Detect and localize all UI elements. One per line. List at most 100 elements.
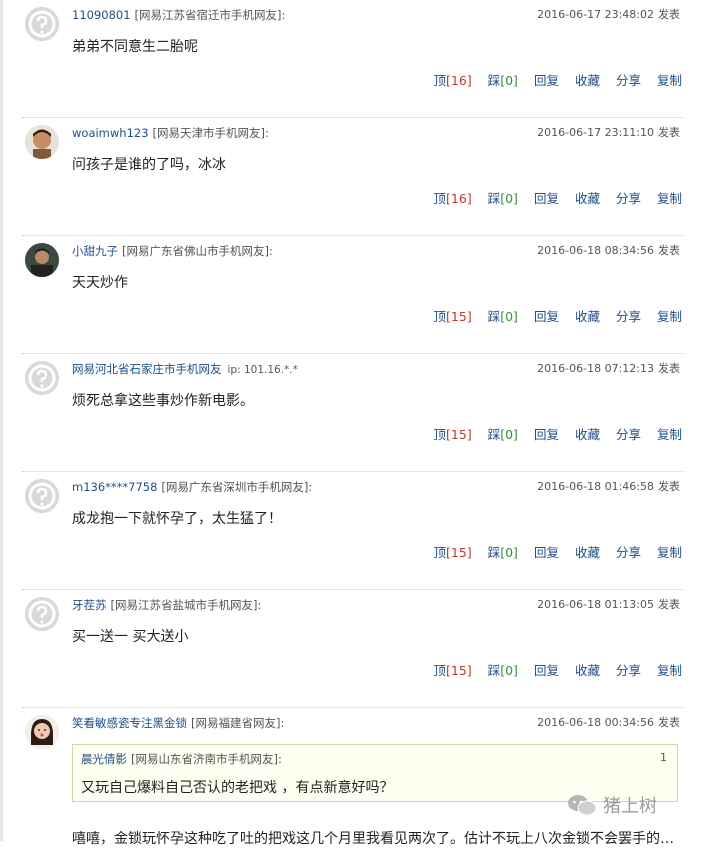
username-link[interactable]: woaimwh123: [72, 126, 149, 140]
downvote-label: 踩: [487, 545, 501, 560]
avatar[interactable]: [25, 243, 59, 277]
comment-meta: woaimwh123 [网易天津市手机网友]:: [72, 125, 269, 141]
username-link[interactable]: 小甜九子: [72, 244, 118, 258]
user-location: [网易江苏省盐城市手机网友]:: [110, 598, 262, 612]
favorite-button[interactable]: 收藏: [575, 73, 600, 88]
username-link[interactable]: 笑看敏感瓷专注黑金锁: [72, 716, 187, 730]
favorite-button[interactable]: 收藏: [575, 663, 600, 678]
avatar[interactable]: [25, 7, 59, 41]
share-button[interactable]: 分享: [616, 545, 641, 560]
wechat-icon: [568, 795, 597, 816]
downvote-count: [0]: [500, 73, 518, 88]
upvote-button[interactable]: 顶[15]: [434, 309, 472, 324]
downvote-count: [0]: [500, 309, 518, 324]
reply-button[interactable]: 回复: [534, 545, 559, 560]
downvote-button[interactable]: 踩[0]: [488, 427, 518, 442]
copy-button[interactable]: 复制: [657, 191, 682, 206]
reply-button[interactable]: 回复: [534, 191, 559, 206]
copy-button[interactable]: 复制: [657, 309, 682, 324]
copy-button[interactable]: 复制: [657, 73, 682, 88]
copy-button[interactable]: 复制: [657, 427, 682, 442]
downvote-button[interactable]: 踩[0]: [488, 191, 518, 206]
avatar[interactable]: [25, 125, 59, 159]
upvote-button[interactable]: 顶[15]: [434, 663, 472, 678]
avatar-image: [25, 243, 59, 277]
default-avatar-icon: [25, 597, 59, 631]
upvote-button[interactable]: 顶[15]: [434, 545, 472, 560]
user-ip: ip: 101.16.*.*: [227, 364, 298, 376]
comment-body: 弟弟不同意生二胎呢: [72, 39, 198, 55]
favorite-button[interactable]: 收藏: [575, 191, 600, 206]
downvote-button[interactable]: 踩[0]: [488, 545, 518, 560]
share-button[interactable]: 分享: [616, 191, 641, 206]
share-button[interactable]: 分享: [616, 73, 641, 88]
comment-item: 11090801 [网易江苏省宿迁市手机网友]: 2016-06-17 23:48:…: [22, 0, 684, 118]
copy-button[interactable]: 复制: [657, 663, 682, 678]
upvote-button[interactable]: 顶[16]: [434, 73, 472, 88]
comment-item: 网易河北省石家庄市手机网友 ip: 101.16.*.* 2016-06-18 07…: [22, 354, 684, 472]
downvote-button[interactable]: 踩[0]: [488, 309, 518, 324]
favorite-button[interactable]: 收藏: [575, 427, 600, 442]
username-link[interactable]: m136****7758: [72, 480, 157, 494]
username-link[interactable]: 11090801: [72, 8, 131, 22]
comment-actions: 顶[16] 踩[0] 回复 收藏 分享 复制: [418, 70, 682, 89]
default-avatar-icon: [25, 7, 59, 41]
upvote-label: 顶: [433, 663, 447, 678]
avatar[interactable]: [25, 361, 59, 395]
upvote-button[interactable]: 顶[16]: [434, 191, 472, 206]
quote-floor-number: 1: [660, 751, 667, 764]
avatar-image: [25, 125, 59, 159]
comment-meta: 小甜九子 [网易广东省佛山市手机网友]:: [72, 243, 273, 259]
avatar[interactable]: [25, 597, 59, 631]
default-avatar-icon: [25, 361, 59, 395]
comment-actions: 顶[15] 踩[0] 回复 收藏 分享 复制: [418, 542, 682, 561]
post-label: 发表: [658, 716, 680, 729]
downvote-button[interactable]: 踩[0]: [488, 73, 518, 88]
quote-username-link[interactable]: 晨光倩影: [81, 752, 127, 766]
left-border: [0, 0, 3, 841]
share-button[interactable]: 分享: [616, 427, 641, 442]
post-time: 2016-06-18 01:13:05 发表: [537, 596, 680, 612]
reply-button[interactable]: 回复: [534, 427, 559, 442]
comment-meta: m136****7758 [网易广东省深圳市手机网友]:: [72, 479, 312, 495]
comment-meta: 笑看敏感瓷专注黑金锁 [网易福建省网友]:: [72, 715, 284, 731]
favorite-button[interactable]: 收藏: [575, 309, 600, 324]
upvote-label: 顶: [433, 545, 447, 560]
upvote-button[interactable]: 顶[15]: [434, 427, 472, 442]
comment-actions: 顶[16] 踩[0] 回复 收藏 分享 复制: [418, 188, 682, 207]
user-location: [网易广东省深圳市手机网友]:: [161, 480, 313, 494]
post-label: 发表: [658, 362, 680, 375]
downvote-button[interactable]: 踩[0]: [488, 663, 518, 678]
username-link[interactable]: 网易河北省石家庄市手机网友: [72, 362, 222, 376]
reply-button[interactable]: 回复: [534, 663, 559, 678]
post-label: 发表: [658, 8, 680, 21]
downvote-label: 踩: [487, 309, 501, 324]
downvote-label: 踩: [487, 427, 501, 442]
comment-meta: 11090801 [网易江苏省宿迁市手机网友]:: [72, 7, 285, 23]
post-time: 2016-06-18 00:34:56 发表: [537, 714, 680, 730]
timestamp: 2016-06-18 00:34:56: [537, 716, 654, 729]
reply-button[interactable]: 回复: [534, 73, 559, 88]
username-link[interactable]: 牙茬苏: [72, 598, 107, 612]
timestamp: 2016-06-17 23:48:02: [537, 8, 654, 21]
downvote-count: [0]: [500, 663, 518, 678]
share-button[interactable]: 分享: [616, 663, 641, 678]
upvote-label: 顶: [433, 73, 447, 88]
downvote-label: 踩: [487, 73, 501, 88]
comment-item: 笑看敏感瓷专注黑金锁 [网易福建省网友]: 2016-06-18 00:34:56 发…: [22, 708, 684, 858]
copy-button[interactable]: 复制: [657, 545, 682, 560]
upvote-count: [15]: [446, 545, 472, 560]
share-button[interactable]: 分享: [616, 309, 641, 324]
comment-body: 天天炒作: [72, 275, 128, 291]
upvote-count: [15]: [446, 309, 472, 324]
downvote-label: 踩: [487, 663, 501, 678]
upvote-label: 顶: [433, 427, 447, 442]
favorite-button[interactable]: 收藏: [575, 545, 600, 560]
user-location: [网易天津市手机网友]:: [152, 126, 269, 140]
comment-item: 小甜九子 [网易广东省佛山市手机网友]: 2016-06-18 08:34:56 发表…: [22, 236, 684, 354]
comment-body: 嘻嘻，金锁玩怀孕这种吃了吐的把戏这几个月里我看见两次了。估计不玩上八次金锁不会罢…: [72, 831, 674, 847]
comment-meta: 网易河北省石家庄市手机网友 ip: 101.16.*.*: [72, 361, 298, 377]
avatar[interactable]: [25, 479, 59, 513]
avatar[interactable]: [25, 715, 59, 749]
reply-button[interactable]: 回复: [534, 309, 559, 324]
